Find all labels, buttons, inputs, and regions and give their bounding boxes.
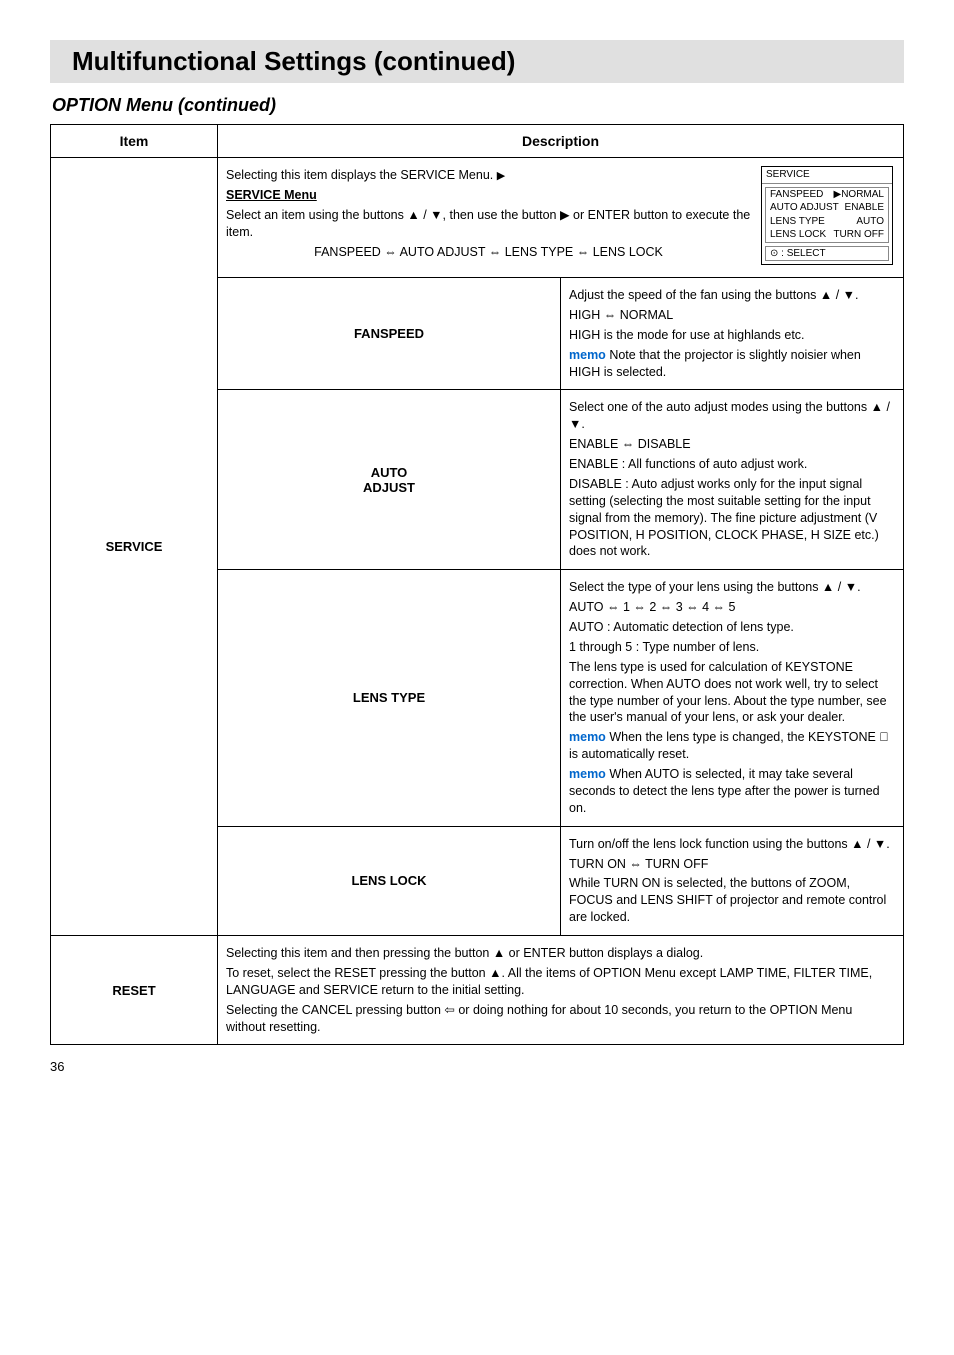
- autoadjust-l4: DISABLE : Auto adjust works only for the…: [569, 476, 895, 560]
- fanspeed-l3: HIGH is the mode for use at highlands et…: [569, 327, 895, 344]
- lenstype-desc: Select the type of your lens using the b…: [561, 570, 904, 826]
- item-fanspeed: FANSPEED: [218, 278, 561, 390]
- fanspeed-l1: Adjust the speed of the fan using the bu…: [569, 287, 895, 304]
- autoadjust-l1: Select one of the auto adjust modes usin…: [569, 399, 895, 433]
- fanspeed-memo: Note that the projector is slightly nois…: [569, 348, 861, 379]
- fanspeed-desc: Adjust the speed of the fan using the bu…: [561, 278, 904, 390]
- header-description: Description: [218, 125, 904, 158]
- lenstype-l4: 1 through 5 : Type number of lens.: [569, 639, 895, 656]
- lenslock-l3: While TURN ON is selected, the buttons o…: [569, 875, 895, 926]
- osd-row-label: AUTO ADJUST: [770, 201, 839, 215]
- item-service: SERVICE: [51, 158, 218, 936]
- item-lenstype: LENS TYPE: [218, 570, 561, 826]
- autoadjust-desc: Select one of the auto adjust modes usin…: [561, 390, 904, 570]
- memo-label: memo: [569, 767, 606, 781]
- lenstype-l3: AUTO : Automatic detection of lens type.: [569, 619, 895, 636]
- page-number: 36: [50, 1059, 904, 1074]
- lenstype-memo1: When the lens type is changed, the KEYST…: [569, 730, 889, 761]
- lenslock-l1: Turn on/off the lens lock function using…: [569, 836, 895, 853]
- osd-preview: SERVICE FANSPEED ▶NORMAL AUTO ADJUST ENABL…: [761, 166, 893, 265]
- lenslock-desc: Turn on/off the lens lock function using…: [561, 826, 904, 935]
- item-autoadjust: AUTOADJUST: [218, 390, 561, 570]
- service-menu-cell: SERVICE FANSPEED ▶NORMAL AUTO ADJUST ENABL…: [218, 158, 904, 278]
- lenslock-l2: TURN ON ⇔ TURN OFF: [569, 856, 895, 873]
- osd-row-value: TURN OFF: [833, 228, 884, 242]
- header-item: Item: [51, 125, 218, 158]
- autoadjust-label: AUTOADJUST: [363, 465, 415, 495]
- osd-row-value: ENABLE: [845, 201, 884, 215]
- osd-row-label: FANSPEED: [770, 188, 823, 202]
- service-pre-text: Selecting this item displays the SERVICE…: [226, 168, 493, 182]
- lenstype-l5: The lens type is used for calculation of…: [569, 659, 895, 727]
- reset-desc: Selecting this item and then pressing th…: [218, 936, 904, 1045]
- fanspeed-l2: HIGH ⇔ NORMAL: [569, 307, 895, 324]
- item-lenslock: LENS LOCK: [218, 826, 561, 935]
- osd-row-value: ▶NORMAL: [834, 188, 884, 202]
- item-reset: RESET: [51, 936, 218, 1045]
- lenstype-l2: AUTO ⇔ 1 ⇔ 2 ⇔ 3 ⇔ 4 ⇔ 5: [569, 599, 895, 616]
- section-subtitle: OPTION Menu (continued): [52, 95, 904, 116]
- lenstype-memo2: When AUTO is selected, it may take sever…: [569, 767, 880, 815]
- osd-row-label: LENS TYPE: [770, 215, 825, 229]
- right-triangle-icon: ▶: [497, 170, 505, 182]
- lenstype-l1: Select the type of your lens using the b…: [569, 579, 895, 596]
- memo-label: memo: [569, 730, 606, 744]
- autoadjust-l2: ENABLE ⇔ DISABLE: [569, 436, 895, 453]
- osd-title: SERVICE: [762, 167, 892, 184]
- settings-table: Item Description SERVICE SERVICE FANSPEE…: [50, 124, 904, 1045]
- osd-row-label: LENS LOCK: [770, 228, 826, 242]
- memo-label: memo: [569, 348, 606, 362]
- autoadjust-l3: ENABLE : All functions of auto adjust wo…: [569, 456, 895, 473]
- osd-row-value: AUTO: [856, 215, 884, 229]
- page-title: Multifunctional Settings (continued): [50, 40, 904, 83]
- reset-l2: To reset, select the RESET pressing the …: [226, 965, 895, 999]
- reset-l1: Selecting this item and then pressing th…: [226, 945, 895, 962]
- osd-footer: ⊙ : SELECT: [765, 246, 889, 262]
- reset-l3: Selecting the CANCEL pressing button ⇦ o…: [226, 1002, 895, 1036]
